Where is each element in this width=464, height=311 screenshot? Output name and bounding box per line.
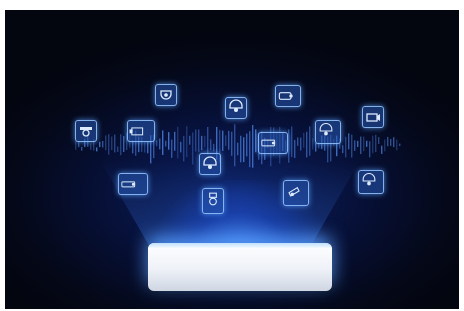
bullet-camera-icon xyxy=(275,85,301,107)
box-camera-icon xyxy=(362,106,384,128)
data-bar xyxy=(375,134,377,153)
data-bar xyxy=(222,130,224,151)
data-bar xyxy=(174,131,176,151)
data-bar xyxy=(315,142,317,152)
data-bar xyxy=(225,135,227,146)
data-bar xyxy=(192,132,194,165)
data-bar xyxy=(78,141,80,148)
data-bar xyxy=(213,143,215,152)
data-bar xyxy=(159,138,161,150)
dome-camera-icon xyxy=(155,84,177,106)
data-bar xyxy=(120,134,122,156)
bullet-camera-icon xyxy=(258,132,288,154)
data-bar xyxy=(108,134,110,155)
data-bar xyxy=(309,126,311,156)
data-bar xyxy=(117,146,119,152)
data-bar xyxy=(291,126,293,158)
data-bar xyxy=(312,138,314,150)
data-bar xyxy=(255,129,257,153)
ptz-camera-icon xyxy=(202,188,224,214)
device-top-light xyxy=(148,243,332,249)
data-bar xyxy=(156,140,158,147)
data-bar xyxy=(297,137,299,146)
data-bar xyxy=(372,135,374,154)
data-bar xyxy=(198,129,200,152)
dome-camera-icon xyxy=(358,170,384,194)
data-bar xyxy=(390,138,392,146)
data-bar xyxy=(243,137,245,163)
data-bar xyxy=(90,143,92,150)
data-bar xyxy=(183,135,185,162)
data-bar xyxy=(354,140,356,151)
data-bar xyxy=(399,143,401,147)
data-bar xyxy=(195,129,197,152)
data-bar xyxy=(144,142,146,153)
data-bar xyxy=(234,124,236,167)
data-bar xyxy=(237,142,239,156)
data-bar xyxy=(342,145,344,154)
data-bar xyxy=(381,145,383,154)
data-bar xyxy=(300,137,302,151)
data-bar xyxy=(147,142,149,154)
data-bar xyxy=(171,139,173,158)
data-bar xyxy=(81,146,83,151)
data-bar xyxy=(384,139,386,152)
hero-scene xyxy=(5,10,459,309)
data-bar xyxy=(132,140,134,154)
data-bar xyxy=(204,135,206,148)
data-bar xyxy=(393,137,395,148)
hub-device xyxy=(148,243,332,291)
data-bar xyxy=(357,140,359,148)
data-bar xyxy=(303,132,305,148)
data-bar xyxy=(240,135,242,163)
data-bar xyxy=(348,133,350,150)
data-bar xyxy=(231,131,233,156)
data-bar xyxy=(162,130,164,155)
data-bar xyxy=(378,137,380,144)
data-bar xyxy=(114,134,116,153)
dome-camera-icon xyxy=(315,120,341,144)
dome-camera-icon xyxy=(225,97,247,119)
dome-camera-icon xyxy=(199,153,221,175)
data-bar xyxy=(306,131,308,158)
box-camera-icon xyxy=(127,120,155,142)
data-bar xyxy=(369,141,371,158)
data-bar xyxy=(201,135,203,151)
data-bar xyxy=(396,139,398,151)
data-bar xyxy=(180,141,182,153)
bullet-camera-icon xyxy=(283,180,309,206)
fisheye-camera-icon xyxy=(75,120,97,142)
data-bar xyxy=(99,141,101,148)
data-bar xyxy=(351,134,353,158)
data-bar xyxy=(177,126,179,159)
data-bar xyxy=(75,141,77,150)
data-bar xyxy=(228,130,230,150)
data-bar xyxy=(186,126,188,158)
data-bar xyxy=(207,127,209,155)
data-bar xyxy=(366,140,368,147)
data-bar xyxy=(105,135,107,151)
data-bar xyxy=(168,132,170,150)
data-bar xyxy=(246,133,248,157)
data-bar xyxy=(210,139,212,151)
data-bar xyxy=(360,136,362,154)
data-bar xyxy=(363,136,365,152)
data-bar xyxy=(288,129,290,163)
data-bar xyxy=(102,140,104,148)
data-bar xyxy=(345,136,347,158)
data-bar xyxy=(123,136,125,152)
data-bar xyxy=(387,136,389,147)
data-bar xyxy=(189,135,191,145)
data-bar xyxy=(111,136,113,151)
bullet-camera-icon xyxy=(118,173,148,195)
data-bar xyxy=(294,139,296,158)
data-bar xyxy=(165,140,167,147)
data-bar xyxy=(96,147,98,152)
